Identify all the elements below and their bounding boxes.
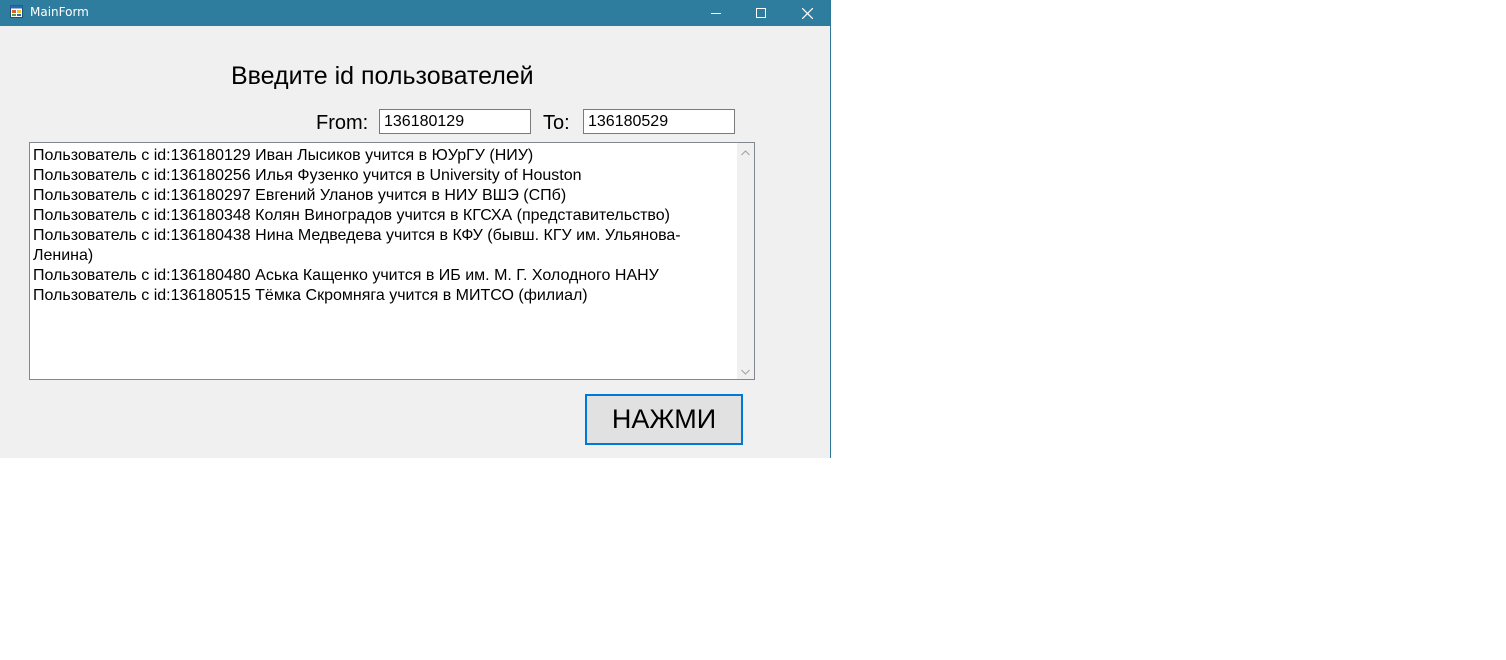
minimize-icon	[711, 8, 721, 18]
chevron-up-icon	[741, 143, 750, 161]
result-line: Пользователь с id:136180256 Илья Фузенко…	[33, 167, 582, 184]
to-id-input[interactable]	[583, 109, 735, 134]
title-bar[interactable]: MainForm	[0, 0, 830, 26]
results-textbox[interactable]: Пользователь с id:136180129 Иван Лысиков…	[29, 142, 755, 380]
main-window: MainForm Введите id пользователей From: …	[0, 0, 831, 458]
result-line: Пользователь с id:136180515 Тёмка Скромн…	[33, 287, 588, 304]
form-icon	[10, 5, 23, 18]
to-label: To:	[543, 112, 570, 134]
press-button[interactable]: НАЖМИ	[585, 394, 743, 445]
close-icon	[801, 7, 813, 19]
maximize-icon	[756, 8, 766, 18]
form-heading: Введите id пользователей	[231, 62, 534, 90]
scroll-up-button[interactable]	[737, 143, 754, 160]
from-label: From:	[316, 112, 369, 134]
maximize-button[interactable]	[738, 0, 784, 26]
result-line: Пользователь с id:136180480 Аська Кащенк…	[33, 267, 659, 284]
vertical-scrollbar[interactable]	[737, 143, 754, 379]
minimize-button[interactable]	[693, 0, 739, 26]
result-line: Пользователь с id:136180129 Иван Лысиков…	[33, 147, 534, 164]
chevron-down-icon	[741, 362, 750, 380]
close-button[interactable]	[784, 0, 830, 26]
result-line: Пользователь с id:136180348 Колян Виногр…	[33, 207, 670, 224]
scroll-down-button[interactable]	[737, 362, 754, 379]
result-line: Пользователь с id:136180438 Нина Медведе…	[33, 227, 681, 264]
results-list: Пользователь с id:136180129 Иван Лысиков…	[33, 146, 733, 306]
window-title: MainForm	[30, 5, 89, 19]
from-id-input[interactable]	[379, 109, 531, 134]
result-line: Пользователь с id:136180297 Евгений Улан…	[33, 187, 567, 204]
